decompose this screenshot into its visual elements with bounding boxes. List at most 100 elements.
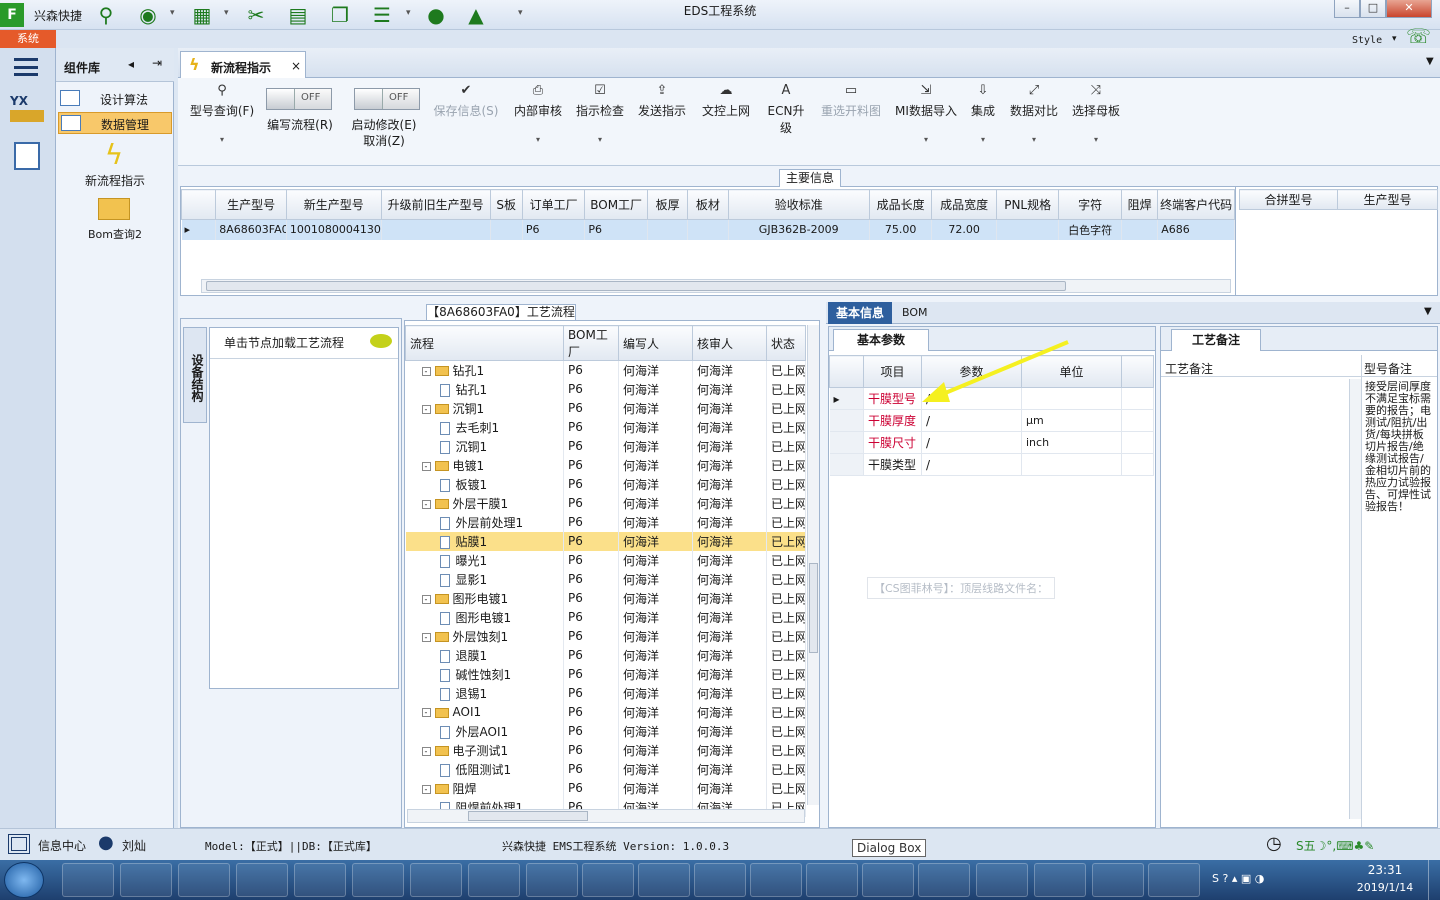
column-header[interactable]: 验收标准 — [727, 189, 870, 220]
tab-basic-params[interactable]: 基本参数 — [833, 329, 929, 351]
column-header[interactable]: 新生产型号 — [285, 189, 382, 220]
windows-grid-icon[interactable] — [8, 834, 30, 854]
chart-icon[interactable]: ▲ — [464, 3, 488, 27]
taskbar-app-icon[interactable] — [120, 863, 172, 897]
column-header[interactable]: 生产型号 — [1337, 189, 1438, 210]
vertical-scrollbar[interactable] — [1349, 379, 1361, 819]
param-value-cell[interactable]: / — [921, 409, 1022, 432]
taskbar-app-icon[interactable] — [582, 863, 634, 897]
collapse-icon[interactable]: - — [421, 461, 431, 471]
list-icon[interactable]: ☰ — [370, 3, 394, 27]
param-row[interactable]: 干膜尺寸 / inch — [829, 431, 1154, 454]
internal-review-button[interactable]: ⎙ 内部审核 ▾ — [510, 82, 566, 144]
param-row[interactable]: 干膜厚度 / μm — [829, 409, 1154, 432]
collapse-icon[interactable]: - — [421, 404, 431, 414]
column-header[interactable]: 合拼型号 — [1239, 189, 1338, 210]
excel-icon[interactable] — [468, 863, 520, 897]
tree-row[interactable]: 图形电镀1 P6 何海洋 何海洋 已上网 — [405, 607, 806, 627]
model-remarks-text[interactable]: 接受层间厚度不满足宝标需要的报告；电测试/阻抗/出货/每块拼板切片报告/绝缘测试… — [1361, 377, 1437, 827]
scissors-icon[interactable]: ✂ — [244, 3, 268, 27]
save-disk-icon[interactable] — [236, 863, 288, 897]
data-compare-button[interactable]: ⤢ 数据对比 ▾ — [1008, 82, 1060, 144]
tab-list-icon[interactable]: ▼ — [1426, 56, 1434, 67]
param-value-cell[interactable]: / — [921, 453, 1022, 476]
tree-row[interactable]: 碱性蚀刻1 P6 何海洋 何海洋 已上网 — [405, 664, 806, 684]
tab-bom[interactable]: BOM — [902, 306, 928, 319]
taskbar-app-icon[interactable] — [750, 863, 802, 897]
word-icon[interactable] — [352, 863, 404, 897]
tree-row[interactable]: 显影1 P6 何海洋 何海洋 已上网 — [405, 569, 806, 589]
param-row[interactable]: 干膜类型 / — [829, 453, 1154, 476]
calculator-icon[interactable] — [14, 142, 40, 170]
bom-query-shortcut[interactable]: Bom查询2 — [56, 226, 174, 242]
horizontal-scrollbar[interactable] — [407, 809, 805, 823]
column-header[interactable]: 项目 — [863, 355, 922, 388]
select-master-button[interactable]: ⤨ 选择母板 ▾ — [1070, 82, 1122, 144]
taskbar-app-icon[interactable] — [976, 863, 1028, 897]
integrate-button[interactable]: ⇩ 集成 ▾ — [966, 82, 1000, 144]
collapse-icon[interactable]: - — [421, 499, 431, 509]
column-header[interactable]: 核审人 — [692, 325, 767, 361]
enable-modify-toggle[interactable]: OFF — [354, 88, 420, 110]
collapse-icon[interactable]: - — [421, 594, 431, 604]
tab-device-structure[interactable]: 设备结构 — [183, 327, 207, 423]
chevron-down-icon[interactable]: ▾ — [406, 8, 411, 18]
minimize-button[interactable]: – — [1334, 0, 1360, 18]
save-info-button[interactable]: ✔ 保存信息(S) — [430, 82, 502, 119]
param-unit-cell[interactable] — [1021, 453, 1122, 476]
taskbar-app-icon[interactable] — [918, 863, 970, 897]
collapse-icon[interactable]: - — [421, 746, 431, 756]
tree-row[interactable]: - 图形电镀1 P6 何海洋 何海洋 已上网 — [405, 588, 806, 608]
menu-icon[interactable] — [14, 58, 38, 76]
close-button[interactable]: ✕ — [1386, 0, 1432, 18]
taskbar-app-icon[interactable] — [806, 863, 858, 897]
clock-date[interactable]: 2019/1/14 — [1350, 881, 1420, 894]
start-button[interactable] — [4, 862, 44, 898]
column-header[interactable]: 成品长度 — [868, 189, 933, 220]
lightning-icon[interactable]: ϟ — [86, 138, 142, 171]
new-flow-shortcut[interactable]: 新流程指示 — [56, 172, 174, 189]
chevron-down-icon[interactable]: ▾ — [224, 8, 229, 18]
column-header[interactable]: BOM工厂 — [563, 325, 619, 361]
sidebar-item-design-algo[interactable]: 设计算法 — [58, 88, 172, 110]
speech-bubble-icon[interactable] — [370, 334, 392, 348]
ie-icon[interactable] — [178, 863, 230, 897]
column-header[interactable]: 流程 — [405, 325, 564, 361]
taskbar-app-icon[interactable] — [1092, 863, 1144, 897]
info-center-label[interactable]: 信息中心 — [38, 837, 86, 854]
column-header[interactable]: S板 — [489, 189, 523, 220]
collapse-icon[interactable]: - — [421, 632, 431, 642]
grid-icon[interactable]: ▦ — [190, 3, 214, 27]
show-desktop-button[interactable] — [1428, 860, 1440, 900]
tree-row[interactable]: 去毛刺1 P6 何海洋 何海洋 已上网 — [405, 417, 806, 437]
column-header[interactable]: 升级前旧生产型号 — [380, 189, 491, 220]
model-query-button[interactable]: ⚲ 型号查询(F) ▾ — [184, 82, 260, 144]
clock-time[interactable]: 23:31 — [1350, 863, 1420, 877]
tree-row[interactable]: 低阻测试1 P6 何海洋 何海洋 已上网 — [405, 759, 806, 779]
ime-toolbar-icon[interactable]: S五☽°,⌨♣✎ — [1296, 837, 1374, 854]
chevron-down-icon[interactable]: ▾ — [170, 8, 175, 18]
folder-icon[interactable] — [98, 198, 130, 220]
excel-icon[interactable] — [526, 863, 578, 897]
tree-row[interactable]: - 外层蚀刻1 P6 何海洋 何海洋 已上网 — [405, 626, 806, 646]
film-icon[interactable]: ▤ — [286, 3, 310, 27]
collapse-left-icon[interactable]: ◂ — [128, 57, 134, 71]
reselect-material-button[interactable]: ▭ 重选开料图 — [818, 82, 884, 119]
clock-icon[interactable]: ◷ — [1266, 833, 1282, 854]
column-header[interactable]: 编写人 — [618, 325, 693, 361]
taskbar-app-icon[interactable] — [1148, 863, 1200, 897]
tree-row[interactable]: 曝光1 P6 何海洋 何海洋 已上网 — [405, 550, 806, 570]
tree-row[interactable]: 贴膜1 P6 何海洋 何海洋 已上网 — [405, 531, 806, 551]
tree-row[interactable]: - 电镀1 P6 何海洋 何海洋 已上网 — [405, 455, 806, 475]
collapse-icon[interactable]: - — [421, 366, 431, 376]
tree-row[interactable]: - 电子测试1 P6 何海洋 何海洋 已上网 — [405, 740, 806, 760]
tree-row[interactable]: - AOI1 P6 何海洋 何海洋 已上网 — [405, 702, 806, 722]
column-header[interactable]: 板材 — [687, 189, 729, 220]
yx-factory-icon[interactable]: YX — [10, 94, 44, 126]
edit-flow-toggle[interactable]: OFF — [266, 88, 332, 110]
tree-row[interactable]: 外层AOI1 P6 何海洋 何海洋 已上网 — [405, 721, 806, 741]
tree-row[interactable]: - 外层干膜1 P6 何海洋 何海洋 已上网 — [405, 493, 806, 513]
horizontal-scrollbar[interactable] — [201, 279, 1231, 293]
tab-new-flow[interactable]: ϟ 新流程指示 × — [180, 51, 306, 78]
tree-row[interactable]: - 阻焊 P6 何海洋 何海洋 已上网 — [405, 778, 806, 798]
